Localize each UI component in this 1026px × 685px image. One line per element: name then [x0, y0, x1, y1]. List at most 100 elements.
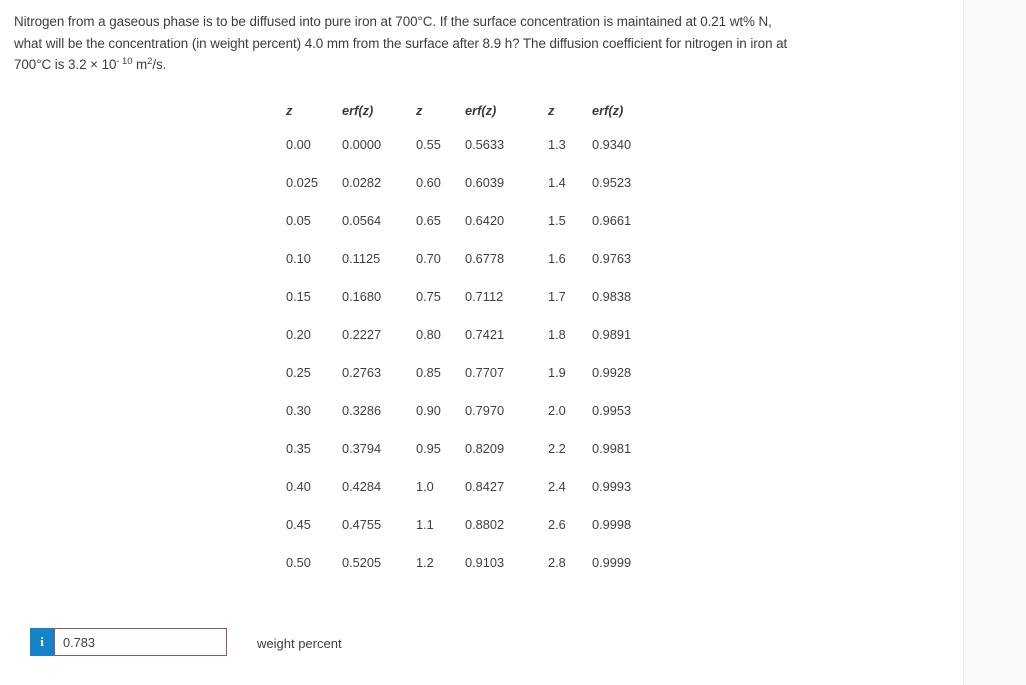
- table-cell: 0.2763: [342, 364, 382, 380]
- info-icon[interactable]: i: [30, 628, 54, 656]
- table-cell: 0.1680: [342, 288, 382, 304]
- table-cell: 1.6: [548, 250, 566, 266]
- table-cell: 1.7: [548, 288, 566, 304]
- table-cell: 0.9998: [592, 516, 632, 532]
- table-cell: 0.8209: [465, 440, 505, 456]
- table-cell: 1.5: [548, 212, 566, 228]
- table-cell: 0.9340: [592, 136, 632, 152]
- table-cell: 0.95: [416, 440, 441, 456]
- column-header-erfz-2: erf(z): [465, 103, 497, 118]
- table-cell: 0.80: [416, 326, 441, 342]
- table-cell: 0.6039: [465, 174, 505, 190]
- right-side-rail: [963, 0, 1026, 685]
- table-cell: 1.2: [416, 554, 434, 570]
- column-header-z-2: z: [416, 103, 423, 118]
- answer-unit-label: weight percent: [257, 636, 342, 651]
- table-cell: 0.90: [416, 402, 441, 418]
- table-cell: 0.9891: [592, 326, 632, 342]
- table-cell: 1.4: [548, 174, 566, 190]
- table-cell: 0.65: [416, 212, 441, 228]
- table-header-row: z erf(z) z erf(z) z erf(z): [286, 96, 654, 125]
- table-cell: 2.2: [548, 440, 566, 456]
- table-cell: 2.8: [548, 554, 566, 570]
- table-cell: 0.05: [286, 212, 311, 228]
- error-function-table: z erf(z) z erf(z) z erf(z) 0.00 0.0000 0.5…: [286, 96, 654, 581]
- table-row: 0.35 0.3794 0.95 0.8209 2.2 0.9981: [286, 429, 654, 467]
- table-cell: 0.7112: [465, 288, 504, 304]
- table-cell: 0.2227: [342, 326, 382, 342]
- table-cell: 1.1: [416, 516, 434, 532]
- table-cell: 0.9103: [465, 554, 505, 570]
- table-cell: 0.0282: [342, 174, 382, 190]
- question-line-3-middle: m: [132, 57, 148, 72]
- table-row: 0.05 0.0564 0.65 0.6420 1.5 0.9661: [286, 201, 654, 239]
- table-cell: 0.8427: [465, 478, 505, 494]
- table-row: 0.30 0.3286 0.90 0.7970 2.0 0.9953: [286, 391, 654, 429]
- table-cell: 0.10: [286, 250, 311, 266]
- question-line-3-suffix: /s.: [152, 57, 167, 72]
- table-cell: 0.6420: [465, 212, 505, 228]
- table-cell: 0.8802: [465, 516, 505, 532]
- table-cell: 0.00: [286, 136, 311, 152]
- question-content-pane: Nitrogen from a gaseous phase is to be d…: [0, 0, 963, 685]
- table-cell: 0.50: [286, 554, 311, 570]
- table-row: 0.15 0.1680 0.75 0.7112 1.7 0.9838: [286, 277, 654, 315]
- table-row: 0.50 0.5205 1.2 0.9103 2.8 0.9999: [286, 543, 654, 581]
- column-header-z-3: z: [548, 103, 555, 118]
- table-cell: 0.9661: [592, 212, 632, 228]
- table-cell: 0.4284: [342, 478, 382, 494]
- table-cell: 1.8: [548, 326, 566, 342]
- question-line-3: 700°C is 3.2 × 10- 10 m2/s.: [14, 54, 958, 76]
- table-cell: 0.9763: [592, 250, 632, 266]
- table-cell: 1.3: [548, 136, 566, 152]
- table-cell: 0.0000: [342, 136, 382, 152]
- question-statement: Nitrogen from a gaseous phase is to be d…: [14, 11, 958, 76]
- answer-entry-row: i: [30, 628, 227, 656]
- table-cell: 0.9928: [592, 364, 632, 380]
- table-cell: 0.0564: [342, 212, 382, 228]
- table-row: 0.25 0.2763 0.85 0.7707 1.9 0.9928: [286, 353, 654, 391]
- answer-input[interactable]: [54, 628, 227, 656]
- table-cell: 0.5633: [465, 136, 505, 152]
- table-cell: 0.15: [286, 288, 311, 304]
- table-cell: 0.6778: [465, 250, 505, 266]
- table-cell: 0.9953: [592, 402, 632, 418]
- table-row: 0.20 0.2227 0.80 0.7421 1.8 0.9891: [286, 315, 654, 353]
- table-cell: 0.3794: [342, 440, 382, 456]
- table-cell: 0.9993: [592, 478, 632, 494]
- table-cell: 0.55: [416, 136, 441, 152]
- table-cell: 0.45: [286, 516, 311, 532]
- table-cell: 0.9999: [592, 554, 632, 570]
- table-cell: 1.0: [416, 478, 434, 494]
- table-cell: 0.30: [286, 402, 311, 418]
- column-header-z-1: z: [286, 103, 293, 118]
- table-cell: 0.40: [286, 478, 311, 494]
- table-cell: 2.6: [548, 516, 566, 532]
- table-cell: 1.9: [548, 364, 566, 380]
- table-row: 0.10 0.1125 0.70 0.6778 1.6 0.9763: [286, 239, 654, 277]
- table-cell: 0.5205: [342, 554, 382, 570]
- question-line-1: Nitrogen from a gaseous phase is to be d…: [14, 14, 772, 29]
- table-row: 0.00 0.0000 0.55 0.5633 1.3 0.9340: [286, 125, 654, 163]
- table-cell: 0.70: [416, 250, 441, 266]
- table-cell: 0.9523: [592, 174, 632, 190]
- table-cell: 0.9981: [592, 440, 632, 456]
- table-row: 0.45 0.4755 1.1 0.8802 2.6 0.9998: [286, 505, 654, 543]
- table-cell: 0.7707: [465, 364, 505, 380]
- table-cell: 2.0: [548, 402, 566, 418]
- table-cell: 2.4: [548, 478, 566, 494]
- table-cell: 0.1125: [342, 250, 381, 266]
- table-cell: 0.4755: [342, 516, 382, 532]
- table-cell: 0.85: [416, 364, 441, 380]
- exponent-minus-ten: - 10: [116, 55, 133, 66]
- table-row: 0.40 0.4284 1.0 0.8427 2.4 0.9993: [286, 467, 654, 505]
- table-cell: 0.7421: [465, 326, 505, 342]
- table-cell: 0.7970: [465, 402, 505, 418]
- column-header-erfz-3: erf(z): [592, 103, 624, 118]
- question-line-2: what will be the concentration (in weigh…: [14, 35, 788, 51]
- column-header-erfz-1: erf(z): [342, 103, 374, 118]
- table-cell: 0.025: [286, 174, 319, 190]
- table-row: 0.025 0.0282 0.60 0.6039 1.4 0.9523: [286, 163, 654, 201]
- table-cell: 0.3286: [342, 402, 382, 418]
- table-cell: 0.35: [286, 440, 311, 456]
